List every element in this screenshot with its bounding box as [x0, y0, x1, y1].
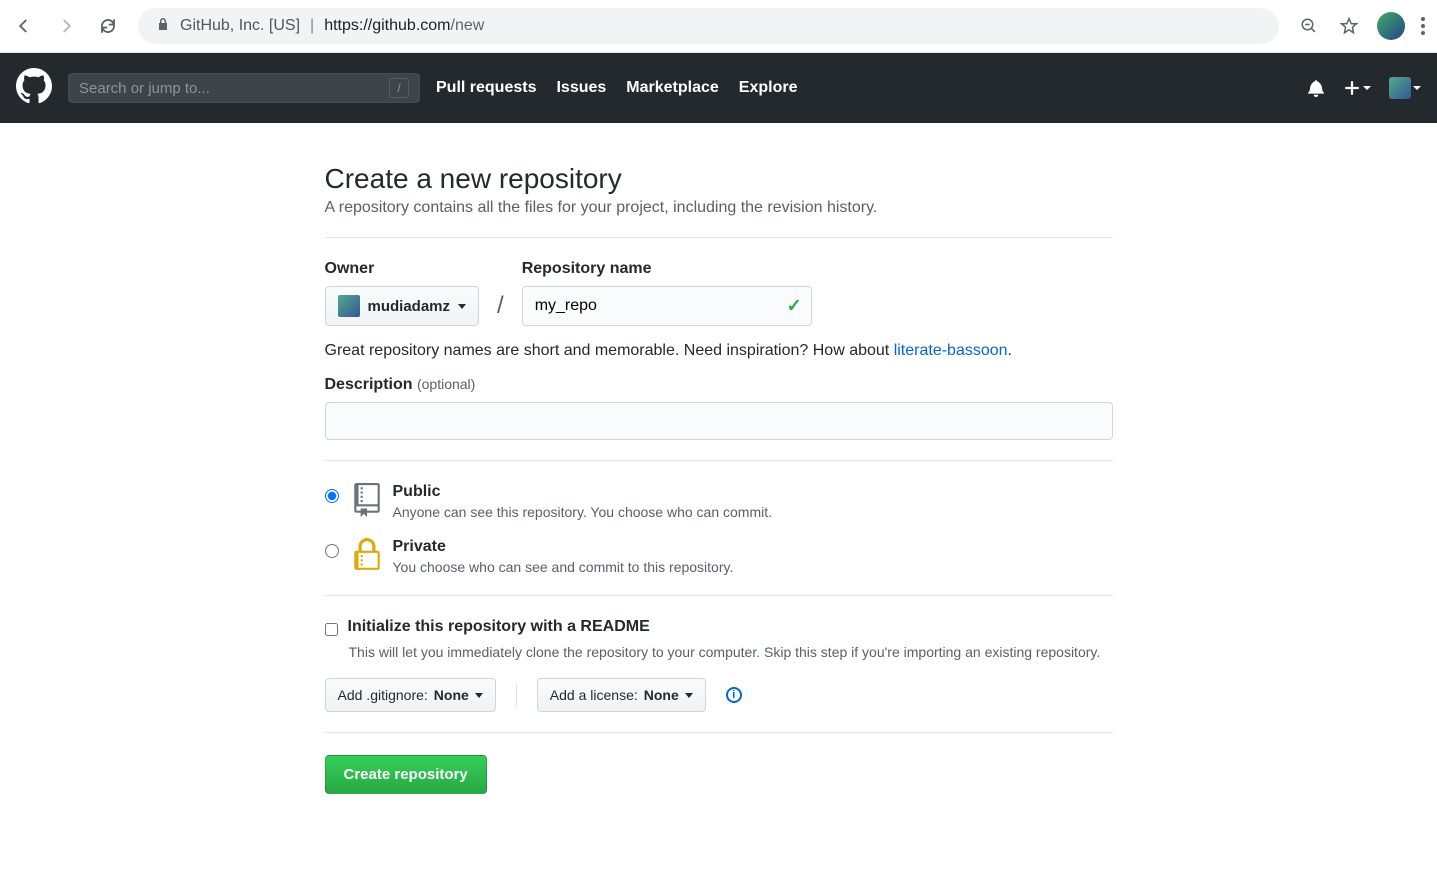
lock-icon — [156, 17, 170, 36]
divider — [325, 732, 1113, 733]
address-bar[interactable]: GitHub, Inc. [US] | https://github.com/n… — [138, 8, 1279, 44]
nav-marketplace[interactable]: Marketplace — [626, 79, 719, 97]
nav-issues[interactable]: Issues — [556, 79, 606, 97]
owner-avatar — [338, 295, 360, 317]
repo-name-label: Repository name — [522, 260, 812, 278]
divider — [325, 595, 1113, 596]
repo-public-icon — [353, 483, 381, 517]
create-repository-button[interactable]: Create repository — [325, 755, 487, 794]
new-repo-form: Create a new repository A repository con… — [309, 163, 1129, 844]
nav-pull-requests[interactable]: Pull requests — [436, 79, 536, 97]
gitignore-select[interactable]: Add .gitignore: None — [325, 678, 496, 712]
cert-label: GitHub, Inc. [US] — [180, 17, 300, 35]
github-logo-icon[interactable] — [16, 68, 52, 109]
browser-toolbar: GitHub, Inc. [US] | https://github.com/n… — [0, 0, 1437, 53]
init-readme-label: Initialize this repository with a README — [348, 618, 650, 636]
private-description: You choose who can see and commit to thi… — [393, 559, 734, 575]
github-header: Search or jump to... / Pull requests Iss… — [0, 53, 1437, 123]
address-separator: | — [310, 17, 314, 35]
visibility-public-radio[interactable] — [325, 489, 339, 503]
visibility-private-radio[interactable] — [325, 544, 339, 558]
suggested-name-link[interactable]: literate-bassoon — [894, 342, 1008, 359]
owner-select[interactable]: mudiadamz — [325, 286, 480, 326]
create-new-menu[interactable] — [1343, 79, 1371, 97]
caret-down-icon — [685, 693, 693, 698]
private-label: Private — [393, 538, 734, 556]
license-select[interactable]: Add a license: None — [537, 678, 706, 712]
license-info-icon[interactable]: i — [726, 687, 742, 703]
page-title: Create a new repository — [325, 163, 1113, 195]
divider — [325, 237, 1113, 238]
nav-explore[interactable]: Explore — [739, 79, 798, 97]
search-placeholder: Search or jump to... — [79, 80, 210, 97]
back-button[interactable] — [12, 14, 36, 38]
public-label: Public — [393, 483, 773, 501]
valid-check-icon: ✓ — [787, 296, 802, 317]
owner-repo-separator: / — [497, 292, 504, 326]
lock-icon — [353, 538, 381, 572]
user-menu[interactable] — [1389, 77, 1421, 99]
search-input[interactable]: Search or jump to... / — [68, 73, 420, 103]
browser-profile-avatar[interactable] — [1377, 12, 1405, 40]
browser-menu-icon[interactable] — [1421, 17, 1425, 35]
init-readme-checkbox[interactable] — [325, 623, 338, 636]
url-host: https://github.com — [324, 17, 450, 34]
public-description: Anyone can see this repository. You choo… — [393, 504, 773, 520]
caret-down-icon — [458, 304, 466, 309]
user-avatar — [1389, 77, 1411, 99]
caret-down-icon — [1413, 86, 1421, 90]
init-readme-description: This will let you immediately clone the … — [349, 644, 1113, 660]
zoom-icon[interactable] — [1297, 14, 1321, 38]
divider — [325, 460, 1113, 461]
page-subtitle: A repository contains all the files for … — [325, 199, 1113, 217]
caret-down-icon — [1363, 86, 1371, 90]
description-label: Description (optional) — [325, 376, 1113, 394]
url-path: /new — [451, 17, 485, 34]
reload-button[interactable] — [96, 14, 120, 38]
divider — [516, 683, 517, 707]
notifications-icon[interactable] — [1307, 79, 1325, 97]
repo-name-hint: Great repository names are short and mem… — [325, 342, 1113, 360]
repo-name-input[interactable] — [522, 286, 812, 326]
search-hotkey-badge: / — [389, 78, 409, 98]
caret-down-icon — [475, 693, 483, 698]
bookmark-star-icon[interactable] — [1337, 14, 1361, 38]
primary-nav: Pull requests Issues Marketplace Explore — [436, 79, 797, 97]
owner-value: mudiadamz — [368, 298, 451, 315]
description-input[interactable] — [325, 402, 1113, 440]
owner-label: Owner — [325, 260, 480, 278]
forward-button[interactable] — [54, 14, 78, 38]
